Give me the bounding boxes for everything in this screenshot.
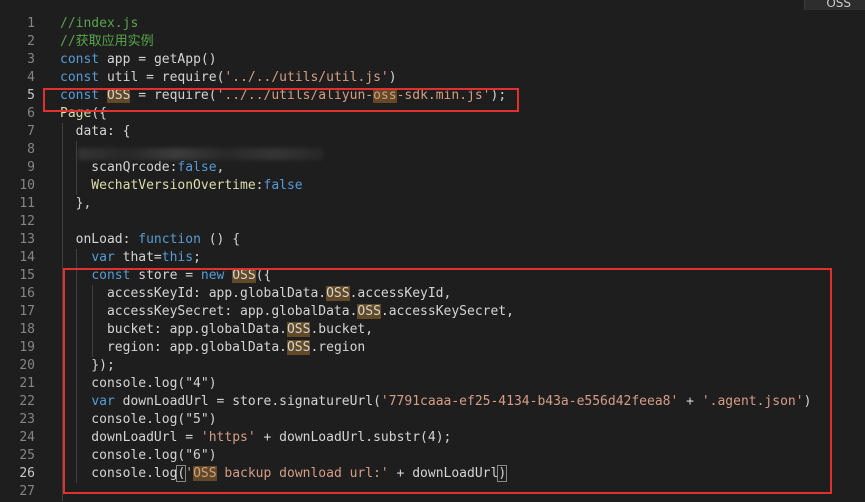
line-number: 18 bbox=[19, 322, 35, 337]
code-token: const bbox=[60, 70, 100, 85]
line-number: 3 bbox=[27, 52, 35, 67]
code-token: that= bbox=[114, 250, 162, 265]
corner-tab[interactable]: OSS bbox=[804, 0, 865, 10]
highlight-box-import bbox=[43, 88, 519, 112]
code-text: data: { bbox=[60, 123, 131, 141]
line-number: 17 bbox=[19, 304, 35, 319]
code-editor[interactable]: 1//index.js 2//获取应用实例 3 const app = getApp(… bbox=[0, 0, 865, 502]
code-line[interactable]: 10 WechatVersionOvertime:false bbox=[0, 177, 865, 195]
line-number: 10 bbox=[19, 178, 35, 193]
code-token: getApp bbox=[153, 52, 201, 67]
code-text: var that=this; bbox=[60, 249, 201, 267]
code-token: : bbox=[122, 232, 139, 247]
code-line[interactable]: 14 var that=this; bbox=[0, 249, 865, 267]
code-line[interactable]: 13 onLoad: function () { bbox=[0, 231, 865, 249]
code-token: () bbox=[200, 52, 217, 67]
code-text: //index.js bbox=[60, 15, 138, 33]
line-number: 11 bbox=[19, 196, 35, 211]
line-number: 22 bbox=[19, 394, 35, 409]
line-number: 6 bbox=[27, 106, 35, 121]
line-number: 7 bbox=[27, 124, 35, 139]
code-token: () { bbox=[200, 232, 241, 247]
code-token: this bbox=[161, 250, 194, 265]
code-token: onLoad bbox=[60, 232, 123, 247]
code-text: onLoad: function () { bbox=[60, 231, 240, 249]
code-token: , bbox=[216, 160, 225, 175]
code-token: function bbox=[138, 232, 201, 247]
code-line[interactable]: 1 //index.js bbox=[0, 15, 865, 33]
code-token: '../../utils/util.js' bbox=[224, 70, 389, 85]
code-text: WechatVersionOvertime:false bbox=[60, 177, 303, 195]
indent-guide bbox=[62, 213, 63, 231]
code-token: false bbox=[263, 178, 303, 193]
code-line[interactable]: 7 data: { bbox=[0, 123, 865, 141]
line-number: 4 bbox=[27, 70, 35, 85]
line-number: 12 bbox=[19, 214, 35, 229]
line-number: 5 bbox=[27, 88, 35, 103]
code-token: scanQrcode bbox=[60, 160, 170, 175]
code-text: scanQrcode:false, bbox=[60, 159, 224, 177]
line-number: 2 bbox=[27, 34, 35, 49]
line-number: 16 bbox=[19, 286, 35, 301]
line-number: 8 bbox=[27, 142, 35, 157]
indent-guide bbox=[76, 141, 77, 159]
corner-tab-label: OSS bbox=[826, 0, 851, 10]
code-token: //获取应用实例 bbox=[60, 34, 154, 49]
code-token: false bbox=[177, 160, 217, 175]
code-text: const util = require('../../utils/util.j… bbox=[60, 69, 397, 87]
code-text: //获取应用实例 bbox=[60, 33, 154, 51]
line-number: 24 bbox=[19, 430, 35, 445]
code-text: const app = getApp() bbox=[60, 51, 217, 69]
code-token: ; bbox=[193, 250, 201, 265]
indent-guide bbox=[62, 141, 63, 159]
line-number: 9 bbox=[27, 160, 35, 175]
code-line[interactable]: 9 scanQrcode:false, bbox=[0, 159, 865, 177]
code-token: WechatVersionOvertime bbox=[60, 178, 256, 193]
code-text: }, bbox=[60, 195, 92, 213]
redacted-region bbox=[78, 148, 323, 160]
code-line[interactable]: 2 //获取应用实例 bbox=[0, 33, 865, 51]
code-token: data bbox=[60, 124, 107, 139]
line-number: 27 bbox=[19, 484, 35, 499]
line-number: 19 bbox=[19, 340, 35, 355]
code-token: : { bbox=[106, 124, 131, 139]
code-token: : bbox=[255, 178, 264, 193]
code-line[interactable]: 3 const app = getApp() bbox=[0, 51, 865, 69]
code-line[interactable]: 11 }, bbox=[0, 195, 865, 213]
code-token: app = bbox=[99, 52, 154, 67]
code-token: var bbox=[91, 250, 115, 265]
line-number: 25 bbox=[19, 448, 35, 463]
line-number: 15 bbox=[19, 268, 35, 283]
highlight-box-oss-store bbox=[63, 268, 832, 494]
code-token: require bbox=[161, 70, 217, 85]
line-number: 23 bbox=[19, 412, 35, 427]
code-line[interactable]: 12 bbox=[0, 213, 865, 231]
line-number: 14 bbox=[19, 250, 35, 265]
line-number: 26 bbox=[19, 466, 35, 481]
line-number: 20 bbox=[19, 358, 35, 373]
line-number: 1 bbox=[27, 16, 35, 31]
code-token: //index.js bbox=[60, 16, 139, 31]
line-number: 13 bbox=[19, 232, 35, 247]
code-token: ) bbox=[388, 70, 397, 85]
code-token: util = bbox=[99, 70, 162, 85]
code-line[interactable]: 4 const util = require('../../utils/util.… bbox=[0, 69, 865, 87]
line-number: 21 bbox=[19, 376, 35, 391]
code-token: }, bbox=[60, 196, 92, 211]
code-token: const bbox=[60, 52, 100, 67]
